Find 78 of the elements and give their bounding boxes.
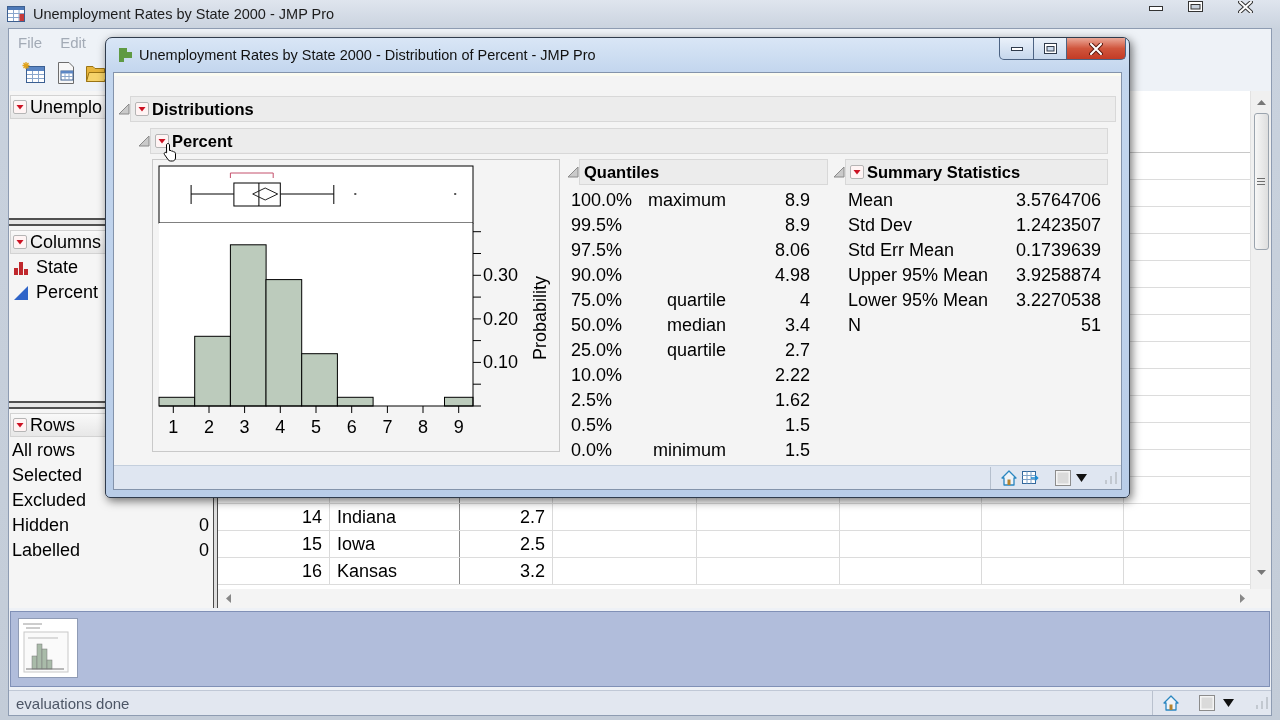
statistic-label: Lower 95% Mean bbox=[848, 290, 990, 311]
quantile-percent: 90.0% bbox=[571, 265, 624, 286]
outline-title: Quantiles bbox=[584, 162, 660, 182]
axis-tick-label: 6 bbox=[346, 417, 357, 437]
statistic-label: N bbox=[848, 315, 862, 336]
row-state-count: 0 bbox=[199, 540, 209, 561]
quantile-percent: 97.5% bbox=[571, 240, 624, 261]
table-cell: 2.7 bbox=[460, 504, 553, 530]
axis-tick-label: 0.30 bbox=[483, 265, 519, 286]
quantile-value: 8.9 bbox=[783, 215, 810, 236]
quantile-value: 8.9 bbox=[783, 190, 810, 211]
panel-title: Rows bbox=[30, 414, 75, 436]
status-text: evaluations done bbox=[16, 694, 130, 712]
quantile-label: median bbox=[665, 315, 726, 336]
outline-title: Distributions bbox=[152, 99, 254, 119]
quantile-percent: 100.0% bbox=[571, 190, 634, 211]
window-title: Unemployment Rates by State 2000 - JMP Pro bbox=[33, 6, 335, 22]
statistic-value: 0.1739639 bbox=[1015, 240, 1101, 261]
quantile-percent: 0.0% bbox=[571, 440, 614, 461]
axis-title: Probability bbox=[530, 276, 550, 360]
quantile-label: quartile bbox=[665, 290, 726, 311]
row-state-label: Excluded bbox=[12, 490, 87, 511]
row-number-cell: 15 bbox=[218, 531, 330, 557]
statistic-value: 1.2423507 bbox=[1015, 215, 1101, 236]
quantile-percent: 75.0% bbox=[571, 290, 624, 311]
statistic-value: 3.2270538 bbox=[1015, 290, 1101, 311]
statistic-value: 3.9258874 bbox=[1015, 265, 1101, 286]
quantile-label: maximum bbox=[647, 190, 726, 211]
quantile-value: 8.06 bbox=[773, 240, 810, 261]
table-cell: 3.2 bbox=[460, 558, 553, 584]
quantile-value: 2.7 bbox=[783, 340, 810, 361]
statistic-label: Upper 95% Mean bbox=[848, 265, 990, 286]
row-state-label: All rows bbox=[12, 440, 75, 461]
row-state-label: Hidden bbox=[12, 515, 70, 536]
table-cell: 2.5 bbox=[460, 531, 553, 557]
table-cell: Indiana bbox=[330, 504, 460, 530]
outline-title: Summary Statistics bbox=[867, 162, 1021, 182]
axis-tick-label: 4 bbox=[275, 417, 286, 437]
statistic-label: Std Err Mean bbox=[848, 240, 956, 261]
quantile-percent: 0.5% bbox=[571, 415, 614, 436]
statistic-value: 51 bbox=[1079, 315, 1101, 336]
axis-tick-label: 9 bbox=[453, 417, 464, 437]
quantile-percent: 10.0% bbox=[571, 365, 624, 386]
table-cell: Iowa bbox=[330, 531, 460, 557]
row-number-cell: 16 bbox=[218, 558, 330, 584]
quantile-label: quartile bbox=[665, 340, 726, 361]
quantile-percent: 50.0% bbox=[571, 315, 624, 336]
row-state-label: Selected bbox=[12, 465, 83, 486]
row-state-count: 0 bbox=[199, 515, 209, 536]
axis-tick-label: 3 bbox=[239, 417, 250, 437]
quantile-value: 1.62 bbox=[773, 390, 810, 411]
window-title: Unemployment Rates by State 2000 - Distribution of Percent - JMP Pro bbox=[139, 47, 596, 63]
row-state-label: Labelled bbox=[12, 540, 81, 561]
statistic-label: Mean bbox=[848, 190, 895, 211]
quantile-value: 2.22 bbox=[773, 365, 810, 386]
quantile-percent: 25.0% bbox=[571, 340, 624, 361]
row-number-cell: 14 bbox=[218, 504, 330, 530]
quantile-value: 3.4 bbox=[783, 315, 810, 336]
quantile-percent: 99.5% bbox=[571, 215, 624, 236]
quantile-value: 1.5 bbox=[783, 440, 810, 461]
axis-tick-label: 5 bbox=[311, 417, 321, 437]
axis-tick-label: 0.20 bbox=[483, 308, 519, 329]
quantile-value: 4 bbox=[799, 290, 810, 311]
quantile-value: 1.5 bbox=[783, 415, 810, 436]
panel-title: Unemplo bbox=[30, 96, 103, 118]
axis-tick-label: 1 bbox=[168, 417, 179, 437]
axis-tick-label: 8 bbox=[418, 417, 428, 437]
axis-tick-label: 7 bbox=[382, 417, 393, 437]
table-cell: Kansas bbox=[330, 558, 460, 584]
axis-tick-label: 0.10 bbox=[483, 352, 519, 373]
axis-tick-label: 2 bbox=[204, 417, 214, 437]
statistic-label: Std Dev bbox=[848, 215, 914, 236]
quantile-label: minimum bbox=[652, 440, 726, 461]
quantile-value: 4.98 bbox=[773, 265, 810, 286]
quantile-percent: 2.5% bbox=[571, 390, 614, 411]
panel-title: Columns bbox=[30, 231, 102, 253]
statistic-value: 3.5764706 bbox=[1015, 190, 1101, 211]
outline-title: Percent bbox=[172, 131, 233, 151]
